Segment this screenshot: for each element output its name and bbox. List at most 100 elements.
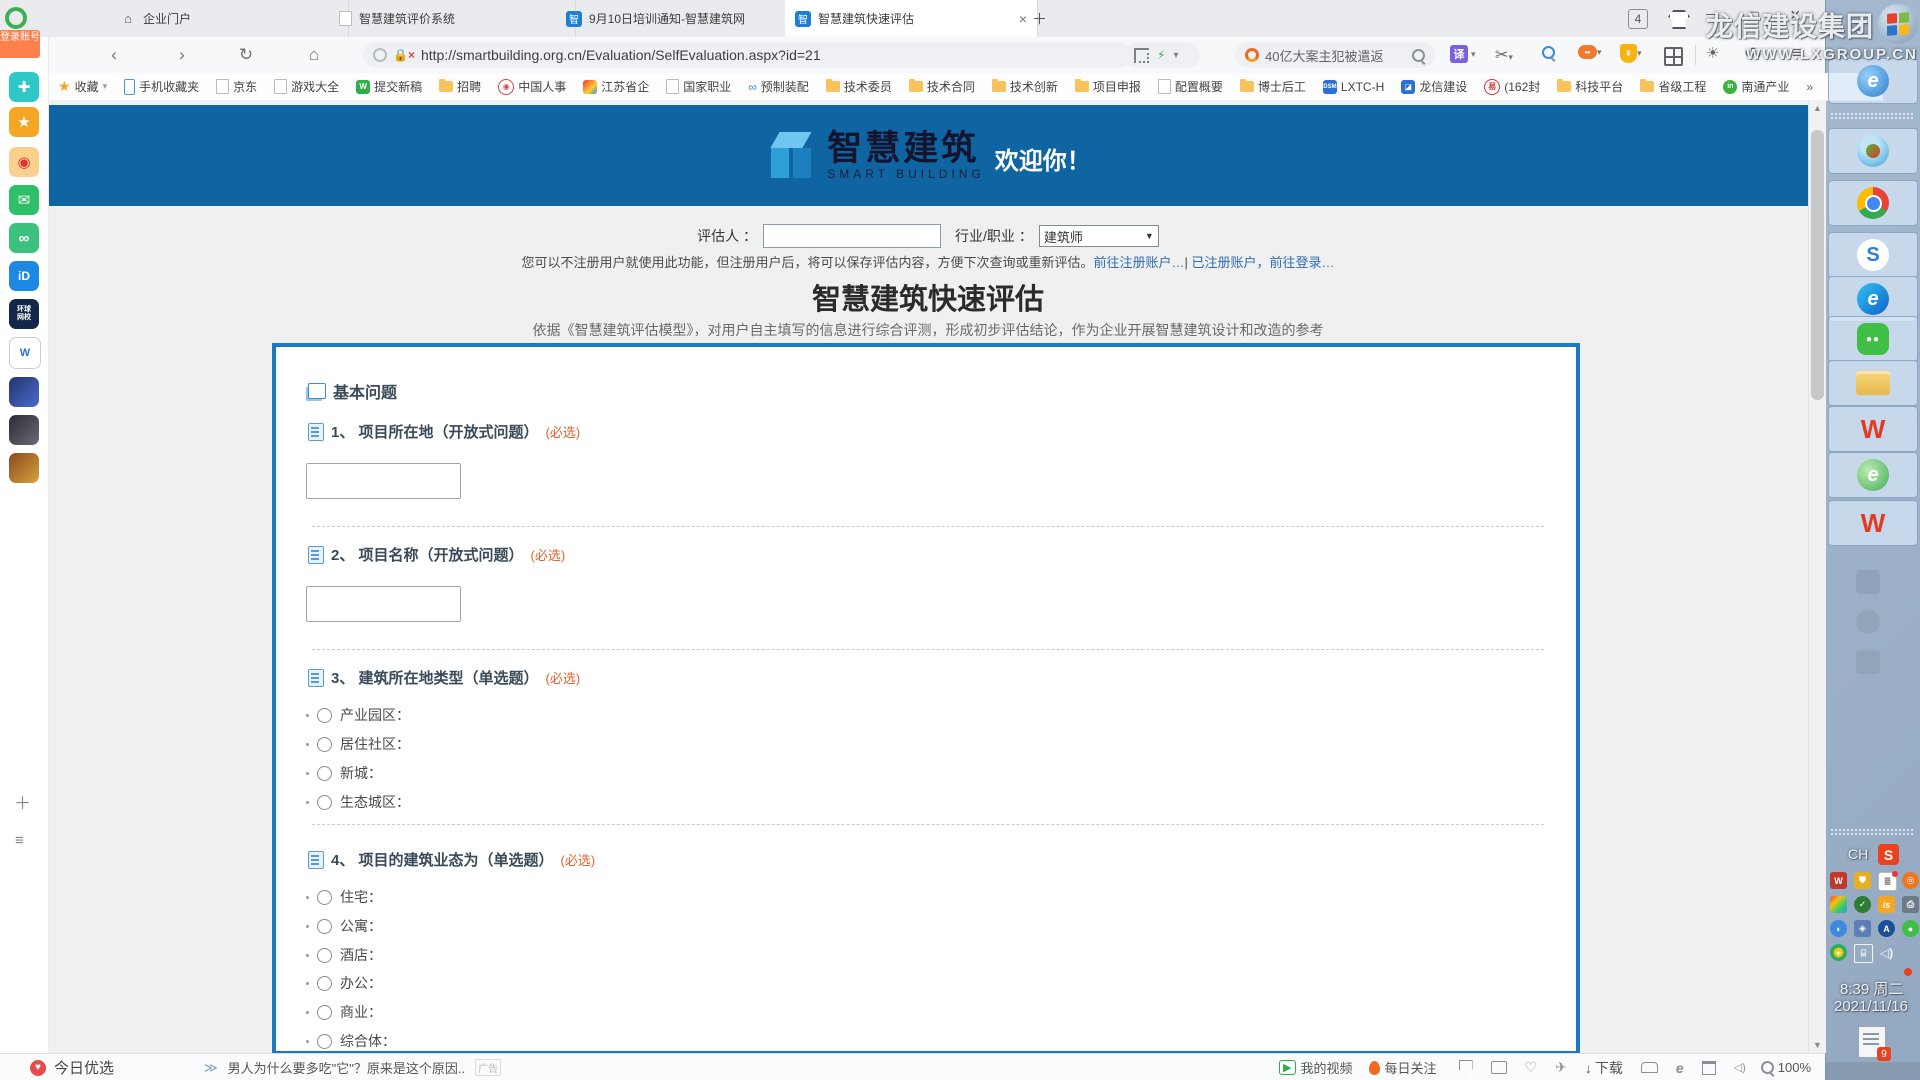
bookmark-item[interactable]: 项目申报 [1075, 78, 1141, 95]
refresh-button[interactable]: ↻ [232, 41, 260, 69]
url-text[interactable]: http://smartbuilding.org.cn/Evaluation/S… [421, 47, 821, 63]
radio-icon[interactable] [317, 890, 332, 905]
site-info-icon[interactable] [373, 48, 387, 62]
bookmark-item[interactable]: in南通产业 [1723, 78, 1789, 95]
bookmark-fav-root[interactable]: ★收藏▾ [58, 78, 107, 95]
tray-ubuntu-icon[interactable]: ◎ [1902, 872, 1919, 889]
speaker-icon[interactable]: ◁) [1734, 1061, 1746, 1074]
browser-logo-icon[interactable] [5, 7, 27, 29]
tray-green-shield-icon[interactable]: ✓ [1854, 896, 1871, 913]
dock-wechat-button[interactable]: ●● [1828, 316, 1918, 362]
dock-chrome-button[interactable] [1828, 180, 1918, 226]
sidebar-id-app-icon[interactable]: iD [9, 261, 39, 291]
tray-wechat-icon[interactable]: ● [1902, 920, 1919, 937]
bookmark-item[interactable]: ◉中国人事 [498, 78, 566, 95]
q1-text-input[interactable] [306, 463, 461, 499]
login-link[interactable]: 已注册账户，前往登录… [1192, 255, 1335, 270]
url-field[interactable]: 🔒× http://smartbuilding.org.cn/Evaluatio… [363, 42, 1131, 68]
radio-icon[interactable] [317, 737, 332, 752]
history-undo-button[interactable]: ↺▾ [1744, 44, 1761, 62]
accelerate-icon[interactable]: ⚡ [1157, 48, 1165, 62]
bookmark-item[interactable]: 技术创新 [992, 78, 1058, 95]
tab-eval-system[interactable]: 智慧建筑评价系统 [329, 0, 576, 37]
back-button[interactable]: ‹ [100, 41, 128, 69]
status-ad-text[interactable]: 男人为什么要多吃"它"？原来是这个原因.. [228, 1058, 465, 1077]
radio-option[interactable]: 生态城区： [306, 792, 410, 812]
tray-defender-icon[interactable]: A [1878, 920, 1895, 937]
qr-code-icon[interactable] [1134, 48, 1149, 63]
bookmark-item[interactable]: DSMLXTC-H [1323, 80, 1384, 94]
car-icon[interactable] [1641, 1062, 1658, 1073]
sidebar-health-app-icon[interactable]: ✚ [9, 72, 39, 102]
games-button[interactable]: •• ▾ [1578, 45, 1602, 59]
tab-count-badge[interactable]: 4 [1628, 9, 1648, 29]
window-layout-icon[interactable] [1702, 1061, 1716, 1075]
translate-button[interactable]: 译 ▾ [1450, 45, 1476, 63]
sidebar-mail-icon[interactable]: ✉ [9, 185, 39, 215]
bookmark-item[interactable]: 易(162封 [1484, 78, 1540, 95]
radio-option[interactable]: 产业园区： [306, 705, 410, 725]
dock-360browser-button[interactable]: e [1828, 452, 1918, 498]
tray-360-health-icon[interactable]: + [1830, 944, 1847, 961]
radio-option[interactable]: 酒店： [306, 945, 382, 965]
search-box[interactable]: 40亿大案主犯被遣返 [1235, 42, 1435, 68]
radio-option[interactable]: 综合体： [306, 1031, 396, 1051]
daily-follow-item[interactable]: 每日关注 [1369, 1058, 1437, 1077]
tray-volume-icon[interactable]: ◁) [1878, 944, 1895, 961]
tray-news-icon[interactable]: ≣ [1878, 872, 1897, 891]
radio-icon[interactable] [317, 976, 332, 991]
bookmark-item[interactable]: 省级工程 [1640, 78, 1706, 95]
bookmark-item[interactable]: 手机收藏夹 [124, 78, 199, 95]
insecure-lock-icon[interactable]: 🔒× [393, 48, 415, 62]
bookmarks-overflow-button[interactable]: » [1806, 80, 1813, 94]
radio-icon[interactable] [317, 766, 332, 781]
radio-option[interactable]: 新城： [306, 763, 382, 783]
zoom-control[interactable]: 100% [1761, 1060, 1811, 1075]
tray-printer-icon[interactable]: ⎙ [1902, 896, 1919, 913]
tray-bird-icon[interactable]: ◗ [1830, 920, 1847, 937]
tray-box-icon[interactable] [1830, 896, 1847, 913]
bookmark-item[interactable]: 技术合同 [909, 78, 975, 95]
scrollbar-thumb[interactable] [1811, 130, 1824, 400]
tray-wps-icon[interactable]: W [1830, 872, 1847, 889]
addon-chevron-icon[interactable]: ▾ [1173, 50, 1178, 61]
radio-option[interactable]: 居住社区： [306, 734, 410, 754]
main-menu-button[interactable]: ≡ [1792, 43, 1802, 63]
forward-button[interactable]: › [168, 41, 196, 69]
home-button[interactable]: ⌂ [300, 41, 328, 69]
tray-is-icon[interactable]: is [1878, 896, 1895, 913]
evaluator-input[interactable] [763, 224, 941, 248]
dock-wps2-button[interactable]: W [1828, 500, 1918, 546]
radio-icon[interactable] [317, 795, 332, 810]
dock-sogou-button[interactable]: S [1828, 232, 1918, 278]
sidebar-online-school-icon[interactable]: 环球网校 [9, 299, 39, 329]
bookmark-item[interactable]: ◪龙信建设 [1401, 78, 1467, 95]
bookmark-item[interactable]: 游戏大全 [274, 78, 339, 95]
bookmark-item[interactable]: 江苏省企 [583, 78, 649, 95]
radio-icon[interactable] [317, 948, 332, 963]
scroll-up-arrow[interactable]: ▲ [1809, 100, 1826, 116]
radio-option[interactable]: 办公： [306, 973, 382, 993]
tray-clock-time[interactable]: 8:39 周二 [1840, 978, 1903, 999]
notepad-tray-icon[interactable]: 9 [1858, 1026, 1886, 1058]
browser-e-icon[interactable]: e [1676, 1060, 1684, 1076]
radio-option[interactable]: 住宅： [306, 887, 382, 907]
skin-icon[interactable] [1668, 10, 1690, 29]
ime-indicator[interactable]: CH [1848, 846, 1868, 862]
bookmark-item[interactable]: 技术委员 [826, 78, 892, 95]
search-hint[interactable]: 40亿大案主犯被遣返 [1265, 46, 1406, 65]
sidebar-favorites-icon[interactable]: ★ [9, 107, 39, 137]
rocket-icon[interactable]: ✈ [1555, 1059, 1567, 1076]
tab-quick-eval-active[interactable]: 智 智慧建筑快速评估 × [785, 0, 1038, 37]
sidebar-doc-share-icon[interactable]: ∞ [9, 223, 39, 253]
page-scrollbar[interactable]: ▲ ▼ [1808, 100, 1826, 1053]
bookmark-item[interactable]: 京东 [216, 78, 257, 95]
maximize-button[interactable]: ▢ [1748, 8, 1760, 24]
search-in-page-button[interactable] [1542, 46, 1555, 64]
login-account-badge[interactable]: 登录账号 [0, 30, 40, 58]
radio-option[interactable]: 公寓： [306, 916, 382, 936]
dock-wps-button[interactable]: W [1828, 406, 1918, 452]
radio-icon[interactable] [317, 708, 332, 723]
register-link[interactable]: 前往注册账户… [1093, 255, 1184, 270]
tab-close-icon[interactable]: × [1019, 11, 1027, 27]
